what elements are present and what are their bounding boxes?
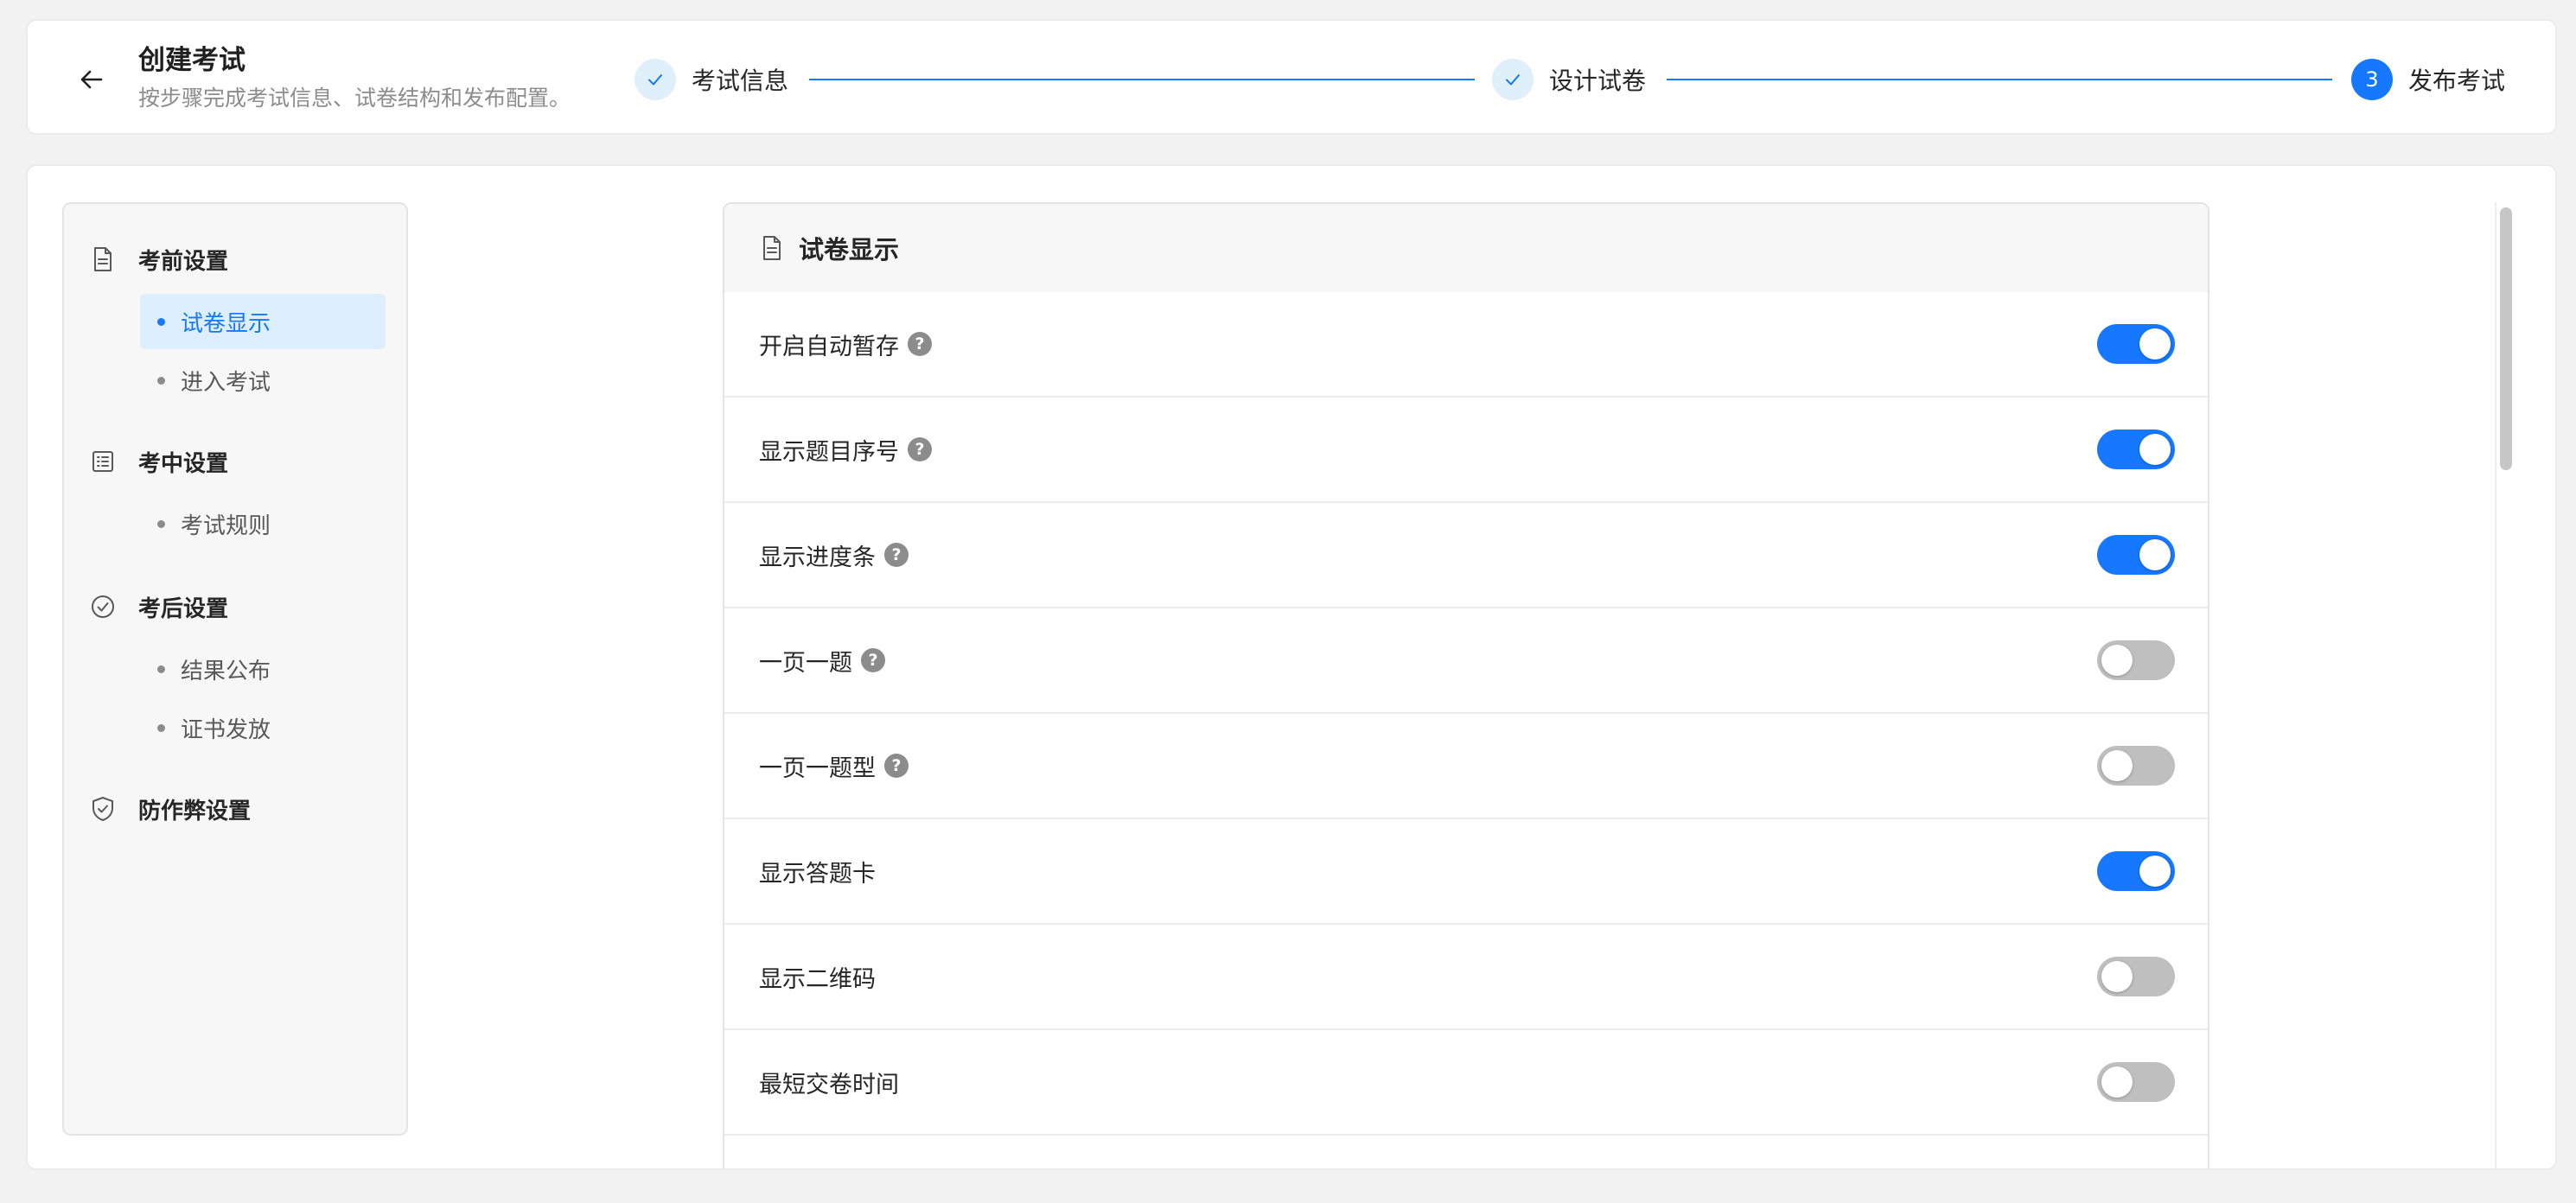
sidebar-group-anti-cheat[interactable]: 防作弊设置 bbox=[90, 792, 251, 826]
setting-label: 开启自动暂存 bbox=[759, 333, 899, 360]
setting-row-question-number: 显示题目序号 ? bbox=[724, 398, 2208, 503]
answer-card-toggle[interactable] bbox=[2097, 851, 2175, 891]
setting-label: 显示题目序号 bbox=[759, 438, 899, 466]
paper-display-panel: 试卷显示 开启自动暂存 ? 显示题目序号 ? 显示进度条 ? 一页一题 ? 一页… bbox=[723, 202, 2209, 1168]
step-label: 设计试卷 bbox=[1549, 67, 1647, 95]
check-icon bbox=[1506, 74, 1520, 86]
step-label: 考试信息 bbox=[692, 67, 789, 95]
check-circle-icon bbox=[92, 595, 114, 618]
help-icon[interactable]: ? bbox=[908, 332, 932, 356]
toggle-knob bbox=[2101, 645, 2133, 676]
bullet-dot bbox=[157, 723, 165, 732]
sidebar-item-certificate[interactable]: 证书发放 bbox=[140, 700, 386, 755]
toggle-knob bbox=[2101, 1066, 2133, 1098]
step-design-paper[interactable]: 设计试卷 bbox=[1492, 59, 1646, 100]
sidebar-item-result-publish[interactable]: 结果公布 bbox=[140, 641, 386, 697]
min-submit-time-toggle[interactable] bbox=[2097, 1062, 2175, 1102]
toggle-knob bbox=[2139, 328, 2171, 360]
question-number-toggle[interactable] bbox=[2097, 430, 2175, 469]
sidebar-group-label: 考前设置 bbox=[138, 248, 229, 275]
header-bar: 创建考试 按步骤完成考试信息、试卷结构和发布配置。 考试信息 设计试卷 3 发布… bbox=[26, 19, 2557, 135]
setting-label: 显示二维码 bbox=[759, 965, 876, 993]
content-scrollbar[interactable] bbox=[2495, 202, 2514, 1168]
panel-title: 试卷显示 bbox=[799, 235, 900, 264]
setting-label: 最短交卷时间 bbox=[759, 1071, 899, 1098]
help-icon[interactable]: ? bbox=[884, 543, 909, 567]
sidebar-group-pre-exam[interactable]: 考前设置 bbox=[90, 242, 228, 277]
step-number-badge: 3 bbox=[2351, 59, 2393, 100]
page-title: 创建考试 bbox=[138, 45, 245, 76]
scrollbar-thumb[interactable] bbox=[2500, 207, 2512, 470]
step-publish-exam[interactable]: 3 发布考试 bbox=[2351, 59, 2505, 100]
help-icon[interactable]: ? bbox=[884, 754, 909, 778]
sidebar-group-label: 考中设置 bbox=[138, 450, 229, 477]
sidebar-item-enter-exam[interactable]: 进入考试 bbox=[140, 353, 386, 408]
setting-row-min-submit-time: 最短交卷时间 bbox=[724, 1030, 2208, 1136]
step-exam-info[interactable]: 考试信息 bbox=[634, 59, 788, 100]
setting-row-answer-card: 显示答题卡 bbox=[724, 819, 2208, 925]
sidebar-item-label: 进入考试 bbox=[181, 369, 271, 396]
setting-label: 显示进度条 bbox=[759, 544, 876, 571]
title-block: 创建考试 按步骤完成考试信息、试卷结构和发布配置。 bbox=[138, 43, 571, 114]
settings-sidebar: 考前设置 试卷显示 进入考试 考中设置 考试规则 考后设置 结果公布 证书发放 … bbox=[62, 202, 408, 1136]
toggle-knob bbox=[2101, 750, 2133, 781]
back-button[interactable] bbox=[71, 59, 112, 100]
sidebar-group-post-exam[interactable]: 考后设置 bbox=[90, 589, 228, 624]
document-icon bbox=[94, 247, 112, 271]
bullet-dot bbox=[157, 317, 165, 326]
setting-row-auto-save: 开启自动暂存 ? bbox=[724, 292, 2208, 398]
bullet-dot bbox=[157, 376, 165, 385]
content-card: 考前设置 试卷显示 进入考试 考中设置 考试规则 考后设置 结果公布 证书发放 … bbox=[26, 164, 2557, 1170]
list-icon bbox=[92, 451, 113, 472]
setting-row-one-per-page: 一页一题 ? bbox=[724, 608, 2208, 714]
step-connector bbox=[1667, 79, 2332, 80]
help-icon[interactable]: ? bbox=[861, 648, 885, 672]
qr-code-toggle[interactable] bbox=[2097, 957, 2175, 996]
one-per-page-toggle[interactable] bbox=[2097, 640, 2175, 680]
setting-row-progress-bar: 显示进度条 ? bbox=[724, 503, 2208, 608]
sidebar-item-paper-display[interactable]: 试卷显示 bbox=[140, 294, 386, 349]
sidebar-item-label: 结果公布 bbox=[181, 658, 271, 684]
setting-row-one-type-per-page: 一页一题型 ? bbox=[724, 714, 2208, 819]
bullet-dot bbox=[157, 665, 165, 673]
bullet-dot bbox=[157, 519, 165, 528]
check-icon bbox=[648, 74, 662, 86]
sidebar-group-in-exam[interactable]: 考中设置 bbox=[90, 444, 228, 479]
setting-label: 显示答题卡 bbox=[759, 860, 876, 888]
step-label: 发布考试 bbox=[2408, 67, 2506, 95]
sidebar-group-label: 防作弊设置 bbox=[138, 798, 252, 824]
sidebar-item-label: 证书发放 bbox=[181, 716, 271, 743]
shield-check-icon bbox=[92, 797, 113, 821]
toggle-knob bbox=[2139, 856, 2171, 887]
step-done-badge bbox=[634, 59, 676, 100]
step-done-badge bbox=[1492, 59, 1533, 100]
sidebar-group-label: 考后设置 bbox=[138, 595, 229, 622]
setting-row-qr-code: 显示二维码 bbox=[724, 925, 2208, 1030]
page-subtitle: 按步骤完成考试信息、试卷结构和发布配置。 bbox=[138, 86, 571, 111]
toggle-knob bbox=[2101, 961, 2133, 992]
step-connector bbox=[809, 79, 1475, 80]
help-icon[interactable]: ? bbox=[908, 437, 932, 461]
toggle-knob bbox=[2139, 539, 2171, 570]
panel-header: 试卷显示 bbox=[724, 204, 2208, 292]
toggle-knob bbox=[2139, 434, 2171, 465]
setting-label: 一页一题型 bbox=[759, 754, 876, 782]
arrow-left-icon bbox=[80, 70, 103, 89]
progress-bar-toggle[interactable] bbox=[2097, 535, 2175, 575]
setting-label: 一页一题 bbox=[759, 649, 852, 677]
sidebar-item-label: 考试规则 bbox=[181, 512, 271, 539]
one-type-per-page-toggle[interactable] bbox=[2097, 746, 2175, 786]
document-icon bbox=[763, 236, 781, 260]
auto-save-toggle[interactable] bbox=[2097, 324, 2175, 364]
sidebar-item-exam-rules[interactable]: 考试规则 bbox=[140, 496, 386, 551]
sidebar-item-label: 试卷显示 bbox=[181, 310, 271, 337]
